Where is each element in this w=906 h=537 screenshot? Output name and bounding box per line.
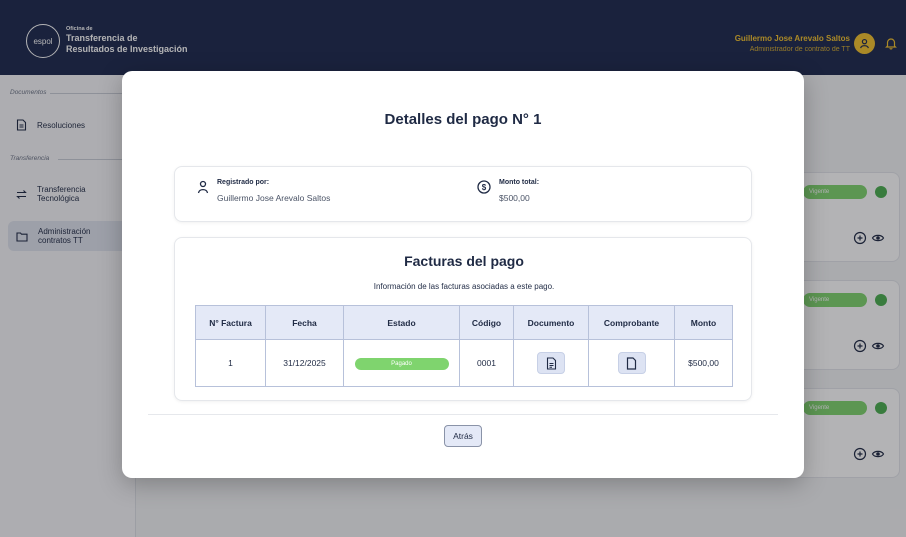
- view-document-button[interactable]: [537, 352, 565, 374]
- view-receipt-button[interactable]: [617, 352, 646, 374]
- cell-fecha: 31/12/2025: [265, 339, 344, 387]
- registered-by-value: Guillermo Jose Arevalo Saltos: [217, 193, 331, 203]
- invoices-title: Facturas del pago: [404, 253, 524, 269]
- payment-info-box: Registrado por: Guillermo Jose Arevalo S…: [174, 166, 752, 222]
- cell-estado: Pagado: [343, 339, 460, 387]
- modal-title: Detalles del pago N° 1: [384, 111, 542, 128]
- column-header: Monto: [674, 305, 733, 340]
- cell-codigo: 0001: [459, 339, 514, 387]
- cell-monto: $500,00: [674, 339, 733, 387]
- user-icon: [197, 180, 209, 194]
- table-row: 1 31/12/2025 Pagado 0001 $500,00: [195, 339, 733, 387]
- column-header: Código: [459, 305, 514, 340]
- invoices-table: N° Factura Fecha Estado Código Documento…: [195, 305, 733, 387]
- column-header: Documento: [513, 305, 589, 340]
- column-header: N° Factura: [195, 305, 266, 340]
- column-header: Estado: [343, 305, 460, 340]
- column-header: Fecha: [265, 305, 344, 340]
- cell-numero: 1: [195, 339, 266, 387]
- svg-text:$: $: [482, 183, 487, 192]
- cell-documento: [513, 339, 589, 387]
- document-icon: [546, 356, 556, 370]
- total-value: $500,00: [499, 193, 530, 203]
- invoices-subtitle: Información de las facturas asociadas a …: [373, 282, 555, 291]
- status-badge: Pagado: [354, 357, 449, 370]
- cell-comprobante: [588, 339, 675, 387]
- invoices-box: Facturas del pago Información de las fac…: [174, 237, 752, 401]
- file-icon: [626, 356, 637, 370]
- payment-details-modal: Detalles del pago N° 1 Registrado por: G…: [122, 71, 804, 478]
- modal-divider: [148, 414, 778, 415]
- registered-by-label: Registrado por:: [217, 179, 270, 186]
- dollar-circle-icon: $: [477, 180, 491, 194]
- table-header-row: N° Factura Fecha Estado Código Documento…: [195, 305, 733, 340]
- back-button[interactable]: Atrás: [444, 425, 482, 447]
- total-label: Monto total:: [499, 179, 540, 186]
- column-header: Comprobante: [588, 305, 675, 340]
